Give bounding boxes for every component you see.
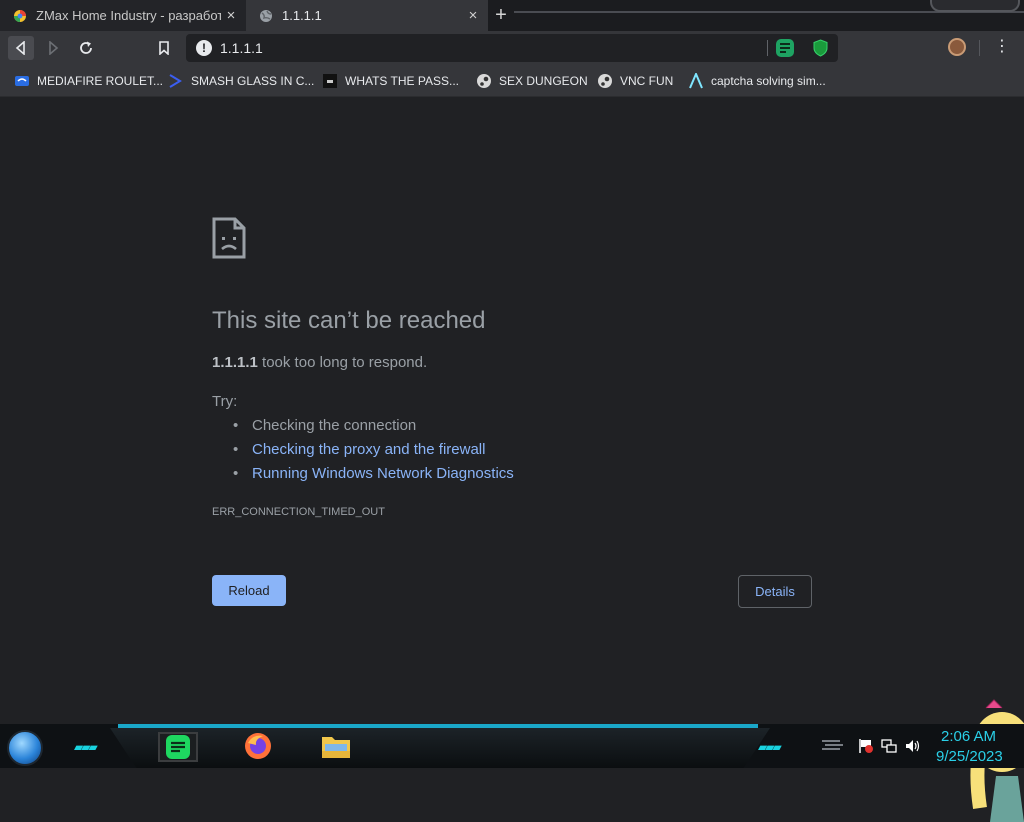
flag-notification-icon[interactable] xyxy=(858,738,874,757)
bookmark-vnc-fun[interactable]: VNC FUN xyxy=(597,71,673,91)
bookmarks-bar: MEDIAFIRE ROULET... SMASH GLASS IN C... … xyxy=(0,65,1024,97)
omnibox-divider xyxy=(767,40,768,56)
try-label: Try: xyxy=(212,393,238,410)
firefox-taskbar-button[interactable] xyxy=(240,730,276,762)
folder-icon xyxy=(322,737,350,758)
tab-title: 1.1.1.1 xyxy=(282,8,322,23)
address-bar[interactable]: ! 1.1.1.1 xyxy=(186,34,838,62)
error-host: 1.1.1.1 xyxy=(212,354,258,371)
bookmark-label: captcha solving sim... xyxy=(711,74,826,88)
chrome-colorful-icon xyxy=(14,9,26,22)
bookmark-label: SMASH GLASS IN C... xyxy=(191,74,315,88)
bookmark-label: MEDIAFIRE ROULET... xyxy=(37,74,164,88)
spotify-taskbar-button[interactable] xyxy=(158,732,198,762)
bookmark-button[interactable] xyxy=(151,36,177,60)
tab-strip: ZMax Home Industry - разработк × 1.1.1.1… xyxy=(0,0,1024,31)
steam-icon xyxy=(597,73,613,89)
volume-icon[interactable] xyxy=(905,738,921,757)
bookmark-label: SEX DUNGEON xyxy=(499,74,588,88)
refresh-button[interactable] xyxy=(73,36,99,60)
error-description: 1.1.1.1 took too long to respond. xyxy=(212,354,427,371)
suggestion-check-connection: Checking the connection xyxy=(232,416,514,440)
url-text[interactable]: 1.1.1.1 xyxy=(220,40,263,56)
error-code: ERR_CONNECTION_TIMED_OUT xyxy=(212,506,385,518)
suggestion-list: Checking the connection Checking the pro… xyxy=(232,416,514,488)
new-tab-button[interactable]: + xyxy=(490,4,512,26)
toolbar-separator xyxy=(979,40,980,56)
forward-arrow-icon xyxy=(49,41,59,55)
lambda-icon xyxy=(688,73,704,89)
refresh-icon xyxy=(80,41,92,54)
taskbar-center-strip xyxy=(110,728,770,768)
dark-app-icon xyxy=(322,73,338,89)
extension-green-icon[interactable] xyxy=(776,39,794,57)
steam-icon xyxy=(476,73,492,89)
back-arrow-icon xyxy=(15,41,25,55)
tab-1111[interactable]: 1.1.1.1 × xyxy=(246,0,488,31)
reload-button[interactable]: Reload xyxy=(212,575,286,606)
taskbar-deco-chevrons-right: ▰▰▰ xyxy=(758,740,782,754)
action-center-icon[interactable] xyxy=(822,739,844,754)
start-button[interactable] xyxy=(7,730,43,766)
forward-button[interactable] xyxy=(40,36,66,60)
clock-time[interactable]: 2:06 AM xyxy=(941,728,996,745)
shield-extension-icon[interactable] xyxy=(812,39,829,57)
profile-avatar[interactable] xyxy=(948,38,966,56)
bookmark-smash-glass[interactable]: SMASH GLASS IN C... xyxy=(168,71,314,91)
back-button[interactable] xyxy=(8,36,34,60)
taskbar: ▰▰▰ ▰▰▰ 2:06 AM 9/25/2023 xyxy=(0,724,1024,768)
mediafire-icon xyxy=(14,73,30,89)
browser-toolbar: ! 1.1.1.1 ⋮ xyxy=(0,31,1024,65)
blue-arrow-icon xyxy=(168,73,184,89)
bookmark-icon xyxy=(159,41,169,55)
tab-zmax[interactable]: ZMax Home Industry - разработк × xyxy=(0,0,246,31)
error-message: took too long to respond. xyxy=(257,354,428,371)
details-button[interactable]: Details xyxy=(738,575,812,608)
file-explorer-taskbar-button[interactable] xyxy=(318,730,354,762)
bookmark-sex-dungeon[interactable]: SEX DUNGEON xyxy=(476,71,588,91)
bookmark-whats-the-pass[interactable]: WHATS THE PASS... xyxy=(322,71,459,91)
bookmark-mediafire[interactable]: MEDIAFIRE ROULET... xyxy=(14,71,163,91)
suggestion-proxy-firewall-link[interactable]: Checking the proxy and the firewall xyxy=(232,440,514,464)
tab-close-button[interactable]: × xyxy=(463,7,483,24)
tab-close-button[interactable]: × xyxy=(221,7,241,24)
taskbar-deco-chevrons-left: ▰▰▰ xyxy=(74,740,98,754)
window-controls-frame xyxy=(930,0,1020,12)
network-icon[interactable] xyxy=(881,738,897,757)
bookmark-captcha[interactable]: captcha solving sim... xyxy=(688,71,826,91)
not-secure-icon[interactable]: ! xyxy=(196,40,212,56)
globe-icon xyxy=(260,9,272,22)
tab-title: ZMax Home Industry - разработк xyxy=(36,8,221,23)
clock-date[interactable]: 9/25/2023 xyxy=(936,748,1003,765)
error-page: This site can’t be reached 1.1.1.1 took … xyxy=(0,98,1024,822)
firefox-icon xyxy=(245,733,271,759)
suggestion-network-diagnostics-link[interactable]: Running Windows Network Diagnostics xyxy=(232,464,514,488)
taskbar-glow xyxy=(118,724,758,728)
sad-page-icon xyxy=(212,217,246,259)
menu-button[interactable]: ⋮ xyxy=(993,38,1011,56)
page-title: This site can’t be reached xyxy=(212,307,486,334)
spotify-icon xyxy=(166,735,190,759)
bookmark-label: VNC FUN xyxy=(620,74,674,88)
bookmark-label: WHATS THE PASS... xyxy=(345,74,460,88)
